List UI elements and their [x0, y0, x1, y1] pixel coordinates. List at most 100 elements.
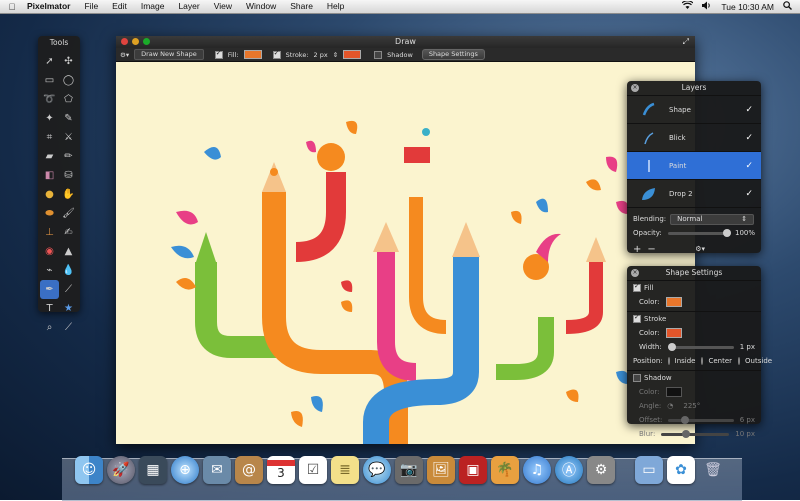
magic-wand-tool-icon[interactable]: ✦: [40, 109, 59, 128]
offset-value[interactable]: 6 px: [740, 416, 755, 424]
slice-tool-icon[interactable]: ⚔: [59, 128, 78, 147]
menu-layer[interactable]: Layer: [171, 0, 206, 13]
visibility-checkbox[interactable]: ✓: [745, 105, 753, 115]
layer-row[interactable]: Shape ✓: [627, 96, 761, 124]
notes-icon[interactable]: ≣: [331, 456, 359, 484]
polygon-lasso-tool-icon[interactable]: ⬠: [59, 90, 78, 109]
pencil-tool-icon[interactable]: ✏: [59, 147, 78, 166]
remove-layer-icon[interactable]: −: [647, 244, 655, 255]
fill-color-well[interactable]: [665, 297, 682, 307]
blending-mode-popup[interactable]: Normal ⇕: [670, 213, 755, 225]
window-titlebar[interactable]: Draw ⤢: [116, 36, 695, 48]
text-tool-icon[interactable]: T: [40, 299, 59, 318]
launchpad-icon[interactable]: 🚀: [107, 456, 135, 484]
mail-icon[interactable]: ✉: [203, 456, 231, 484]
finder-icon[interactable]: ☺: [75, 456, 103, 484]
angle-value[interactable]: 225°: [683, 402, 700, 410]
lasso-tool-icon[interactable]: ➰: [40, 90, 59, 109]
close-button[interactable]: [121, 38, 128, 45]
zoom-tool-icon[interactable]: ⌕: [40, 318, 59, 337]
calendar-icon[interactable]: 3: [267, 456, 295, 484]
shadow-checkbox[interactable]: [374, 50, 383, 59]
burn-tool-icon[interactable]: ✋: [59, 185, 78, 204]
apple-icon[interactable]: : [4, 2, 20, 12]
paint-bucket-tool-icon[interactable]: ⛁: [59, 166, 78, 185]
menu-share[interactable]: Share: [283, 0, 320, 13]
trash-icon[interactable]: 🗑: [699, 456, 727, 484]
layer-row[interactable]: Blick ✓: [627, 124, 761, 152]
sharpen-tool-icon[interactable]: ▲: [59, 242, 78, 261]
draw-mode-popup[interactable]: Draw New Shape: [134, 49, 204, 60]
position-outside-radio[interactable]: [738, 357, 741, 365]
fullscreen-icon[interactable]: ⤢: [683, 36, 689, 48]
search-icon[interactable]: [783, 1, 792, 12]
add-layer-icon[interactable]: +: [633, 244, 641, 255]
facetime-icon[interactable]: 📷: [395, 456, 423, 484]
dodge-tool-icon[interactable]: ⬬: [40, 204, 59, 223]
stroke-color-well[interactable]: [665, 328, 682, 338]
sponge-tool-icon[interactable]: ●: [40, 185, 59, 204]
clock[interactable]: Tue 10:30 AM: [721, 2, 774, 12]
blur-tool-icon[interactable]: 💧: [59, 261, 78, 280]
messages-icon[interactable]: 💬: [363, 456, 391, 484]
layer-row[interactable]: Paint ✓: [627, 152, 761, 180]
eyedropper-tool-icon[interactable]: ⌁: [40, 261, 59, 280]
contacts-icon[interactable]: @: [235, 456, 263, 484]
gear-icon[interactable]: ⚙▾: [695, 245, 705, 253]
shape-tool-icon[interactable]: ★: [59, 299, 78, 318]
system-preferences-icon[interactable]: ⚙: [587, 456, 615, 484]
fill-checkbox[interactable]: [633, 282, 641, 292]
stroke-width-value[interactable]: 2 px: [314, 51, 328, 59]
app-store-icon[interactable]: Ⓐ: [555, 456, 583, 484]
volume-icon[interactable]: [702, 1, 712, 12]
blur-value[interactable]: 10 px: [735, 430, 755, 438]
quick-select-tool-icon[interactable]: ✎: [59, 109, 78, 128]
canvas[interactable]: [116, 62, 695, 444]
arrange-tool-icon[interactable]: ✣: [59, 52, 78, 71]
downloads-icon[interactable]: ▭: [635, 456, 663, 484]
hand-tool-icon[interactable]: ⟋: [59, 318, 78, 337]
position-center-radio[interactable]: [701, 357, 704, 365]
width-value[interactable]: 1 px: [740, 343, 755, 351]
width-slider[interactable]: [667, 342, 734, 351]
menu-edit[interactable]: Edit: [105, 0, 134, 13]
shape-settings-button[interactable]: Shape Settings: [421, 49, 485, 60]
shadow-color-well[interactable]: [665, 387, 682, 397]
move-tool-icon[interactable]: ➚: [40, 52, 59, 71]
red-eye-tool-icon[interactable]: ◉: [40, 242, 59, 261]
smudge-tool-icon[interactable]: ✍: [59, 223, 78, 242]
close-icon[interactable]: ×: [631, 84, 639, 92]
ellipse-select-tool-icon[interactable]: ◯: [59, 71, 78, 90]
stroke-checkbox[interactable]: [272, 49, 281, 59]
pen-tool-icon[interactable]: ✒: [40, 280, 59, 299]
reminders-icon[interactable]: ☑: [299, 456, 327, 484]
fill-color-well[interactable]: [243, 50, 262, 59]
angle-dial-icon[interactable]: ◔: [667, 402, 673, 410]
minimize-button[interactable]: [132, 38, 139, 45]
fill-checkbox[interactable]: [214, 49, 223, 59]
iphoto-icon[interactable]: 🌴: [491, 456, 519, 484]
photo-booth-icon[interactable]: ▣: [459, 456, 487, 484]
mission-control-icon[interactable]: ▦: [139, 456, 167, 484]
menu-file[interactable]: File: [77, 0, 105, 13]
opacity-slider[interactable]: [667, 228, 731, 237]
stroke-color-well[interactable]: [343, 50, 362, 59]
safari-icon[interactable]: ⊕: [171, 456, 199, 484]
shadow-checkbox[interactable]: [633, 374, 641, 382]
menu-image[interactable]: Image: [134, 0, 172, 13]
blur-slider[interactable]: [661, 429, 730, 438]
visibility-checkbox[interactable]: ✓: [745, 161, 753, 171]
clone-stamp-tool-icon[interactable]: ⊥: [40, 223, 59, 242]
freeform-pen-tool-icon[interactable]: ⟋: [59, 280, 78, 299]
pixelmator-icon[interactable]: ✿: [667, 456, 695, 484]
menu-help[interactable]: Help: [320, 0, 351, 13]
layer-row[interactable]: Drop 2 ✓: [627, 180, 761, 208]
offset-slider[interactable]: [668, 415, 734, 424]
position-inside-radio[interactable]: [667, 357, 670, 365]
gear-icon[interactable]: ⚙▾: [120, 51, 129, 59]
menu-view[interactable]: View: [207, 0, 239, 13]
rect-select-tool-icon[interactable]: ▭: [40, 71, 59, 90]
preview-icon[interactable]: 🖼: [427, 456, 455, 484]
visibility-checkbox[interactable]: ✓: [745, 189, 753, 199]
stroke-checkbox[interactable]: [633, 313, 641, 323]
